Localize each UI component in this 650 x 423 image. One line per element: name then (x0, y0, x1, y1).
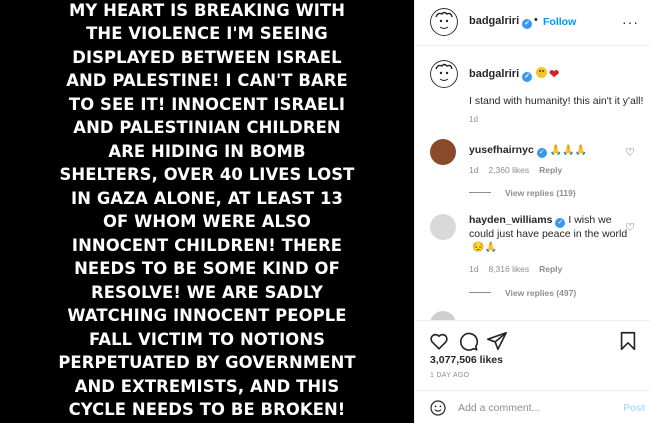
caption-timestamp[interactable]: 1d (469, 115, 478, 124)
comment-bubble-icon[interactable] (457, 330, 479, 352)
verified-badge-icon: ✓ (555, 218, 566, 228)
comment-likes[interactable]: 8,316 likes (488, 264, 529, 274)
verified-badge-icon: ✓ (522, 72, 533, 82)
like-heart-icon[interactable] (428, 330, 450, 352)
post-header: badgalriri ✓ • Follow ··· (415, 0, 650, 46)
post-comment-button[interactable]: Post (623, 403, 645, 414)
comment-like-heart-icon[interactable]: ♡ (625, 221, 635, 234)
comment-avatar (430, 311, 456, 320)
broken-heart-emoji-icon: ❤ (549, 67, 560, 81)
header-separator: • (534, 14, 538, 26)
comment-meta: 1d 2,360 likes Reply (469, 165, 572, 175)
likes-count[interactable]: 3,077,506 likes (430, 354, 503, 366)
comment-body: hayden_williams ✓ I wish we could just ha… (469, 214, 629, 254)
share-paper-plane-icon[interactable] (486, 330, 508, 352)
comment-body: yusefhairnyc ✓ 🙏🙏🙏 (469, 144, 587, 158)
comment-time[interactable]: 1d (469, 165, 478, 175)
comment-time[interactable]: 1d (469, 264, 478, 274)
post-image-text: MY HEART IS BREAKING WITH THE VIOLENCE I… (58, 0, 356, 420)
reply-button[interactable]: Reply (539, 165, 562, 175)
comment-username[interactable]: hayden_williams (469, 214, 552, 226)
comment-input[interactable] (458, 399, 608, 417)
post-side-panel: badgalriri ✓ • Follow ··· badgalriri ✓ ❤ I … (414, 0, 650, 423)
post-time-ago[interactable]: 1 DAY AGO (430, 372, 469, 379)
verified-badge-icon: ✓ (522, 19, 533, 29)
save-bookmark-icon[interactable] (617, 330, 639, 352)
partially-visible-comment (430, 311, 620, 320)
cartoon-avatar-icon (430, 8, 458, 36)
cartoon-avatar-icon (430, 60, 458, 88)
verified-badge-icon: ✓ (536, 148, 547, 158)
caption-text: I stand with humanity! this ain't it y'a… (469, 95, 644, 107)
comment-avatar[interactable] (430, 139, 456, 165)
emoji-smile-icon[interactable] (430, 400, 446, 416)
pensive-praying-emoji: 😔🙏 (472, 242, 497, 253)
comment-meta: 1d 8,316 likes Reply (469, 264, 572, 274)
post-image: MY HEART IS BREAKING WITH THE VIOLENCE I… (0, 0, 414, 423)
comment-likes[interactable]: 2,360 likes (488, 165, 529, 175)
add-comment-bar: Post (415, 390, 650, 423)
reply-button[interactable]: Reply (539, 264, 562, 274)
praying-hands-emoji: 🙏🙏🙏 (549, 145, 588, 156)
caption-avatar[interactable] (430, 60, 458, 88)
view-replies-button[interactable]: View replies (497) (469, 288, 576, 298)
more-options-button[interactable]: ··· (622, 14, 639, 30)
caption-username[interactable]: badgalriri ✓ ❤ (469, 67, 559, 82)
sad-face-emoji-icon (536, 67, 548, 78)
comment-avatar[interactable] (430, 214, 456, 240)
follow-button[interactable]: Follow (543, 16, 576, 28)
header-avatar[interactable] (430, 8, 458, 36)
comment-like-heart-icon[interactable]: ♡ (625, 146, 635, 159)
view-replies-button[interactable]: View replies (119) (469, 188, 576, 198)
comment-username[interactable]: yusefhairnyc (469, 144, 534, 156)
header-username[interactable]: badgalriri ✓ (469, 15, 533, 29)
